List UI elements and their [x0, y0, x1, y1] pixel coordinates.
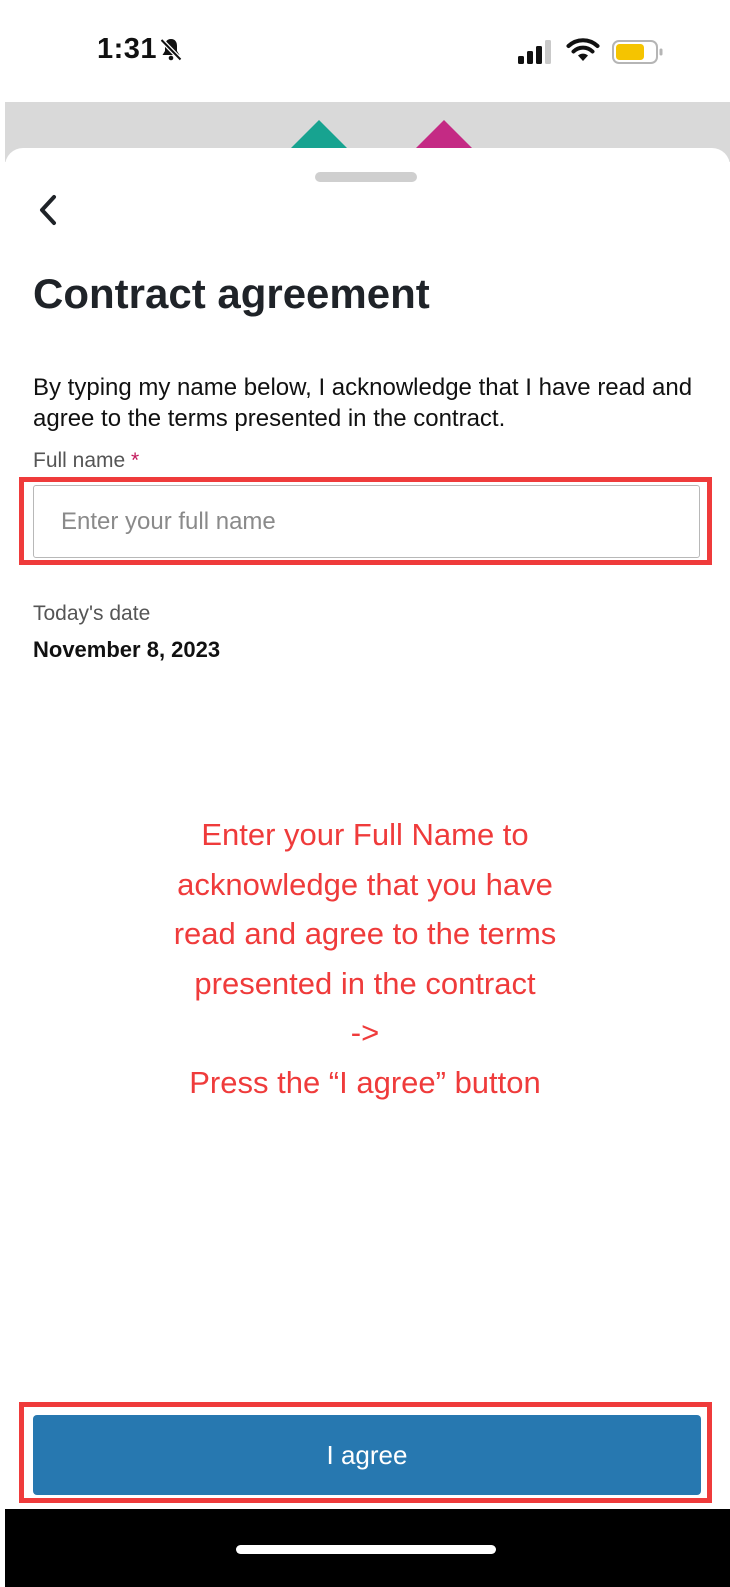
i-agree-button[interactable]: I agree: [33, 1415, 701, 1495]
full-name-label-text: Full name: [33, 449, 126, 472]
status-time: 1:31: [97, 33, 158, 65]
full-name-label: Full name *: [33, 449, 139, 473]
todays-date-label: Today's date: [33, 602, 151, 625]
instruction-annotation: Enter your Full Name to acknowledge that…: [115, 810, 615, 1107]
annotation-line: Press the “I agree” button: [189, 1064, 541, 1100]
annotation-line: presented in the contract: [194, 965, 536, 1001]
full-name-input[interactable]: [34, 486, 699, 557]
annotation-line: acknowledge that you have: [177, 866, 553, 902]
back-button[interactable]: [30, 190, 66, 230]
bell-slash-icon: [159, 38, 183, 62]
annotation-arrow: ->: [350, 1015, 380, 1050]
page-title: Contract agreement: [33, 270, 430, 317]
chevron-left-icon: [40, 195, 56, 225]
home-indicator[interactable]: [236, 1545, 496, 1554]
full-name-field[interactable]: [33, 485, 700, 558]
annotation-line: read and agree to the terms: [173, 916, 557, 951]
sheet-drag-handle[interactable]: [315, 172, 417, 182]
battery-icon: [612, 40, 663, 64]
cellular-signal-icon: [518, 40, 551, 64]
required-asterisk: *: [131, 449, 140, 472]
phone-screen: 1:31 Contract agreement By typing my nam…: [0, 0, 730, 1587]
todays-date-value: November 8, 2023: [33, 637, 221, 662]
annotation-line: Enter your Full Name to: [201, 817, 529, 852]
wifi-icon: [566, 38, 600, 61]
agreement-description: By typing my name below, I acknowledge t…: [33, 374, 693, 432]
